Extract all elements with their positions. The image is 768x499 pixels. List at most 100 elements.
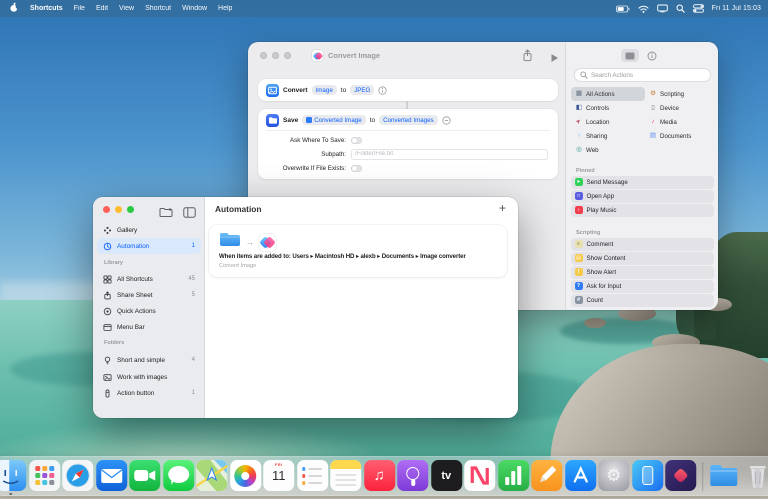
menu-edit[interactable]: Edit bbox=[96, 5, 108, 12]
param-label: Ask Where To Save: bbox=[258, 137, 346, 144]
automation-card[interactable]: → When items are added to: Users ▸ Macin… bbox=[209, 225, 507, 277]
zoom-button[interactable] bbox=[284, 52, 291, 59]
dock-finder-icon[interactable] bbox=[0, 459, 26, 495]
menu-clock[interactable]: Fri 11 Jul 15:03 bbox=[712, 5, 761, 12]
share-button[interactable] bbox=[522, 49, 533, 67]
category-media[interactable]: ♪Media bbox=[645, 115, 714, 129]
category-controls[interactable]: ◧Controls bbox=[571, 101, 645, 115]
minimize-button[interactable] bbox=[115, 206, 122, 213]
dock-news-icon[interactable] bbox=[464, 459, 495, 495]
search-actions-field[interactable] bbox=[574, 68, 711, 82]
new-folder-button[interactable] bbox=[159, 205, 173, 223]
menu-window[interactable]: Window bbox=[182, 5, 207, 12]
action-show-content[interactable]: ▤Show Content bbox=[571, 252, 714, 265]
collapse-icon[interactable] bbox=[442, 116, 451, 125]
add-automation-button[interactable]: + bbox=[499, 201, 506, 215]
menu-file[interactable]: File bbox=[74, 5, 85, 12]
action-play-music[interactable]: ♪Play Music bbox=[571, 204, 714, 217]
search-actions-input[interactable] bbox=[591, 72, 705, 79]
dock-messages-icon[interactable] bbox=[163, 459, 194, 495]
action-send-message[interactable]: ➤Send Message bbox=[571, 176, 714, 189]
menu-app-name[interactable]: Shortcuts bbox=[30, 5, 63, 12]
sidebar-item-all-shortcuts[interactable]: All Shortcuts 45 bbox=[97, 272, 201, 286]
sidebar-folder-short-and-simple[interactable]: Short and simple 4 bbox=[97, 353, 201, 367]
category-scripting[interactable]: ⚙Scripting bbox=[645, 87, 714, 101]
info-panel-toggle[interactable] bbox=[647, 51, 657, 61]
dock-purple-app-icon[interactable] bbox=[665, 459, 696, 495]
dock-photos-icon[interactable] bbox=[230, 459, 261, 495]
subpath-input[interactable] bbox=[351, 149, 548, 160]
apple-menu-icon[interactable] bbox=[9, 2, 19, 15]
sidebar-item-gallery[interactable]: Gallery bbox=[97, 223, 201, 237]
gallery-icon bbox=[103, 226, 112, 235]
category-documents[interactable]: ▤Documents bbox=[645, 129, 714, 143]
sidebar-item-share-sheet[interactable]: Share Sheet 5 bbox=[97, 288, 201, 302]
overwrite-toggle[interactable] bbox=[351, 165, 362, 172]
save-file-action-card[interactable]: Save Converted Image to Converted Images… bbox=[258, 109, 558, 179]
category-sharing[interactable]: ↑Sharing bbox=[571, 129, 645, 143]
dock-launchpad-icon[interactable] bbox=[29, 459, 60, 495]
send-message-icon: ➤ bbox=[575, 178, 583, 186]
editor-titlebar: Convert Image bbox=[312, 50, 380, 61]
dock-numbers-icon[interactable] bbox=[498, 459, 529, 495]
battery-icon[interactable] bbox=[616, 5, 630, 13]
dock-settings-icon[interactable]: ⚙ bbox=[598, 459, 629, 495]
category-web[interactable]: ◎Web bbox=[571, 143, 645, 157]
zoom-button[interactable] bbox=[127, 206, 134, 213]
dock-calendar-icon[interactable]: FRI11 bbox=[263, 459, 294, 495]
action-show-alert[interactable]: !Show Alert bbox=[571, 266, 714, 279]
wifi-icon[interactable] bbox=[638, 5, 649, 13]
dock-notes-icon[interactable] bbox=[330, 459, 361, 495]
dock-mail-icon[interactable] bbox=[96, 459, 127, 495]
convert-image-action-card[interactable]: Convert Image to JPEG bbox=[258, 79, 558, 101]
control-center-icon[interactable] bbox=[693, 4, 704, 13]
menu-view[interactable]: View bbox=[119, 5, 134, 12]
spotlight-icon[interactable] bbox=[676, 4, 685, 13]
save-destination-token[interactable]: Converted Images bbox=[379, 115, 438, 125]
dock-facetime-icon[interactable] bbox=[129, 459, 160, 495]
dock-trash-icon[interactable] bbox=[742, 459, 768, 495]
close-button[interactable] bbox=[103, 206, 110, 213]
close-button[interactable] bbox=[260, 52, 267, 59]
action-library-toggle[interactable] bbox=[621, 49, 639, 62]
run-button[interactable] bbox=[550, 50, 559, 68]
convert-format-token[interactable]: JPEG bbox=[350, 85, 374, 95]
category-device[interactable]: ▯Device bbox=[645, 101, 714, 115]
category-all-actions[interactable]: ▦All Actions bbox=[571, 87, 645, 101]
dock-downloads-folder-icon[interactable] bbox=[708, 459, 739, 495]
ask-where-to-save-toggle[interactable] bbox=[351, 137, 362, 144]
menu-help[interactable]: Help bbox=[218, 5, 232, 12]
dock-pages-icon[interactable] bbox=[531, 459, 562, 495]
editor-window-title: Convert Image bbox=[328, 51, 380, 60]
action-ask-for-input[interactable]: ?Ask for Input bbox=[571, 280, 714, 293]
sidebar-item-quick-actions[interactable]: Quick Actions bbox=[97, 304, 201, 318]
minimize-button[interactable] bbox=[272, 52, 279, 59]
info-icon[interactable] bbox=[378, 86, 387, 95]
dock-maps-icon[interactable] bbox=[196, 459, 227, 495]
action-open-app[interactable]: □Open App bbox=[571, 190, 714, 203]
sidebar-item-automation[interactable]: Automation 1 bbox=[97, 238, 201, 254]
save-input-token[interactable]: Converted Image bbox=[302, 115, 365, 125]
dock-podcasts-icon[interactable] bbox=[397, 459, 428, 495]
shortcuts-sidebar: Gallery Automation 1 Library All Shortcu… bbox=[93, 197, 205, 418]
dock-tv-icon[interactable]: tv bbox=[431, 459, 462, 495]
sidebar-item-menu-bar[interactable]: Menu Bar bbox=[97, 320, 201, 334]
category-location[interactable]: ➤Location bbox=[571, 115, 645, 129]
dock-music-icon[interactable]: ♫ bbox=[364, 459, 395, 495]
menu-shortcut[interactable]: Shortcut bbox=[145, 5, 171, 12]
sidebar-folder-action-button[interactable]: Action button 1 bbox=[97, 386, 201, 400]
pinned-section-label: Pinned bbox=[576, 168, 595, 174]
dock-reminders-icon[interactable] bbox=[297, 459, 328, 495]
dock-iphone-mirroring-icon[interactable] bbox=[632, 459, 663, 495]
lightbulb-icon bbox=[103, 356, 112, 365]
folder-icon bbox=[219, 232, 241, 253]
sidebar-folder-work-with-images[interactable]: Work with images bbox=[97, 370, 201, 384]
action-comment[interactable]: ≡Comment bbox=[571, 238, 714, 251]
search-icon bbox=[580, 66, 588, 84]
dock-safari-icon[interactable] bbox=[62, 459, 93, 495]
action-count[interactable]: #Count bbox=[571, 294, 714, 307]
sidebar-toggle-icon[interactable] bbox=[183, 205, 196, 223]
dock-appstore-icon[interactable] bbox=[565, 459, 596, 495]
display-icon[interactable] bbox=[657, 4, 668, 13]
convert-input-token[interactable]: Image bbox=[312, 85, 337, 95]
